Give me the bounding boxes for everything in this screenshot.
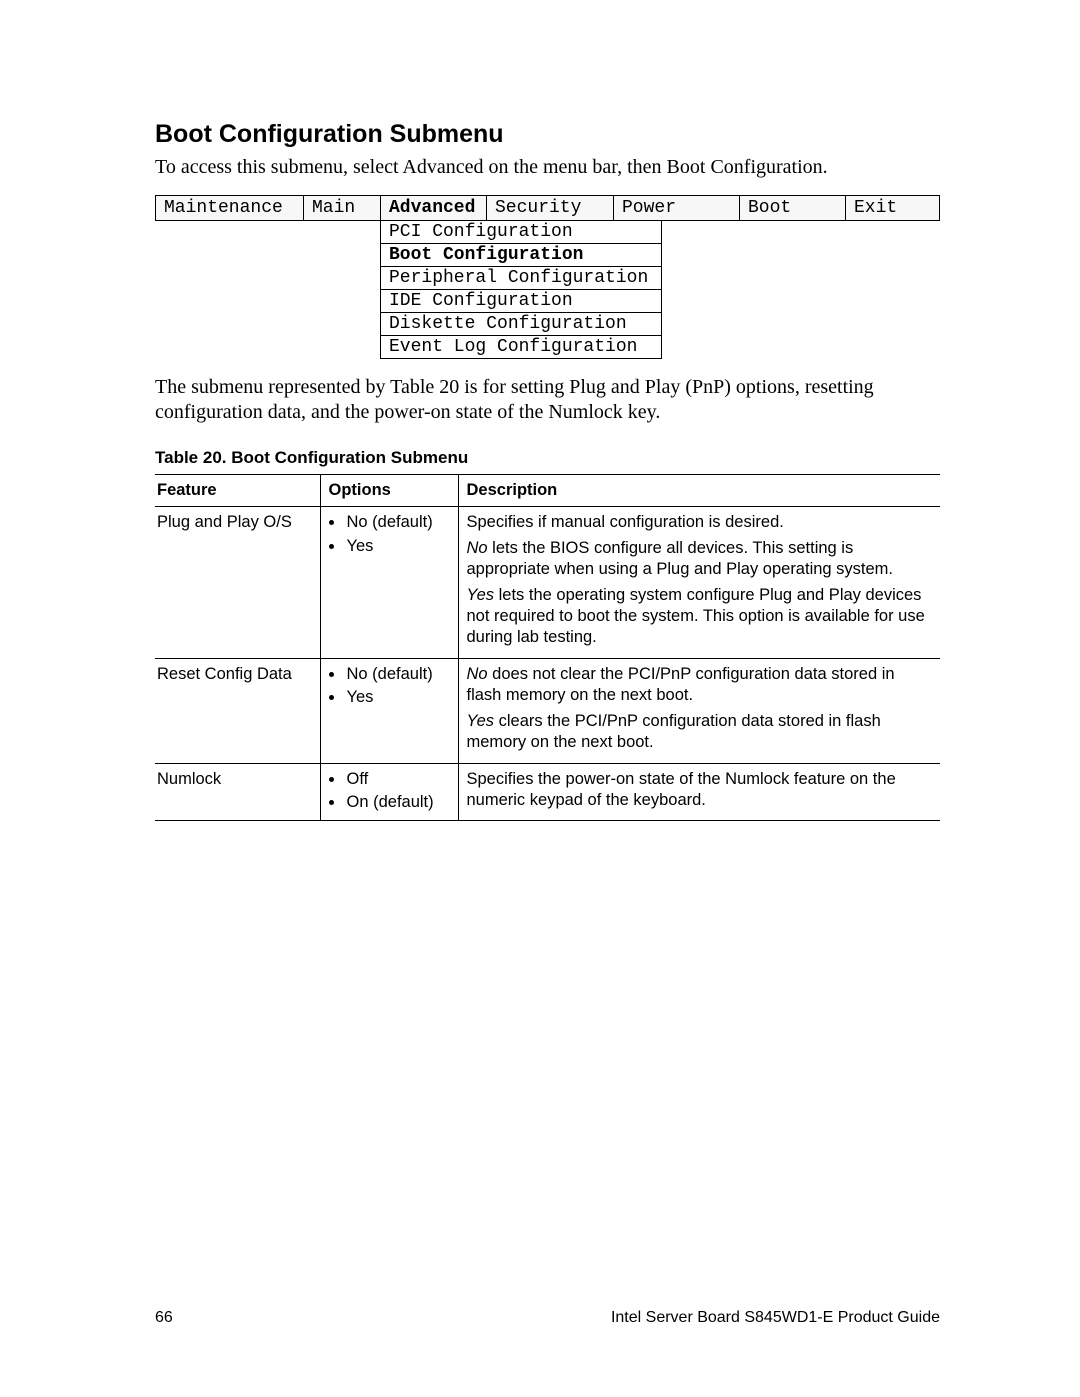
bios-menubar: MaintenanceMainAdvancedSecurityPowerBoot… — [155, 195, 940, 221]
intro-paragraph: To access this submenu, select Advanced … — [155, 155, 940, 181]
description-cell: Specifies if manual configuration is des… — [458, 507, 940, 659]
submenu-item: Boot Configuration — [381, 243, 662, 266]
menubar-item: Main — [304, 195, 381, 220]
option-item: Yes — [345, 536, 450, 557]
options-cell: No (default)Yes — [320, 658, 458, 763]
page-number: 66 — [155, 1309, 173, 1327]
menubar-item: Exit — [846, 195, 940, 220]
options-cell: No (default) Yes — [320, 507, 458, 659]
submenu-item: PCI Configuration — [381, 220, 662, 243]
options-cell: OffOn (default) — [320, 763, 458, 821]
option-item: No (default) — [345, 664, 450, 685]
menubar-item: Maintenance — [156, 195, 304, 220]
table-caption: Table 20. Boot Configuration Submenu — [155, 448, 940, 468]
feature-cell: Plug and Play O/S — [155, 507, 320, 659]
doc-title: Intel Server Board S845WD1-E Product Gui… — [611, 1309, 940, 1327]
submenu-item: IDE Configuration — [381, 289, 662, 312]
col-header-feature: Feature — [155, 474, 320, 506]
feature-table: Feature Options Description Plug and Pla… — [155, 474, 940, 822]
option-item: No (default) — [345, 512, 450, 533]
description-cell: Specifies the power-on state of the Numl… — [458, 763, 940, 821]
col-header-options: Options — [320, 474, 458, 506]
menubar-item: Security — [487, 195, 614, 220]
bios-submenu: PCI ConfigurationBoot ConfigurationPerip… — [380, 220, 662, 359]
submenu-item: Diskette Configuration — [381, 312, 662, 335]
feature-cell: Reset Config Data — [155, 658, 320, 763]
menubar-item: Power — [614, 195, 740, 220]
col-header-description: Description — [458, 474, 940, 506]
option-item: Yes — [345, 687, 450, 708]
submenu-item: Peripheral Configuration — [381, 266, 662, 289]
option-item: Off — [345, 769, 450, 790]
body-paragraph-2: The submenu represented by Table 20 is f… — [155, 375, 940, 426]
option-item: On (default) — [345, 792, 450, 813]
menubar-item: Boot — [740, 195, 846, 220]
description-cell: No does not clear the PCI/PnP configurat… — [458, 658, 940, 763]
section-heading: Boot Configuration Submenu — [155, 120, 940, 149]
feature-cell: Numlock — [155, 763, 320, 821]
submenu-item: Event Log Configuration — [381, 335, 662, 358]
menubar-item: Advanced — [381, 195, 487, 220]
